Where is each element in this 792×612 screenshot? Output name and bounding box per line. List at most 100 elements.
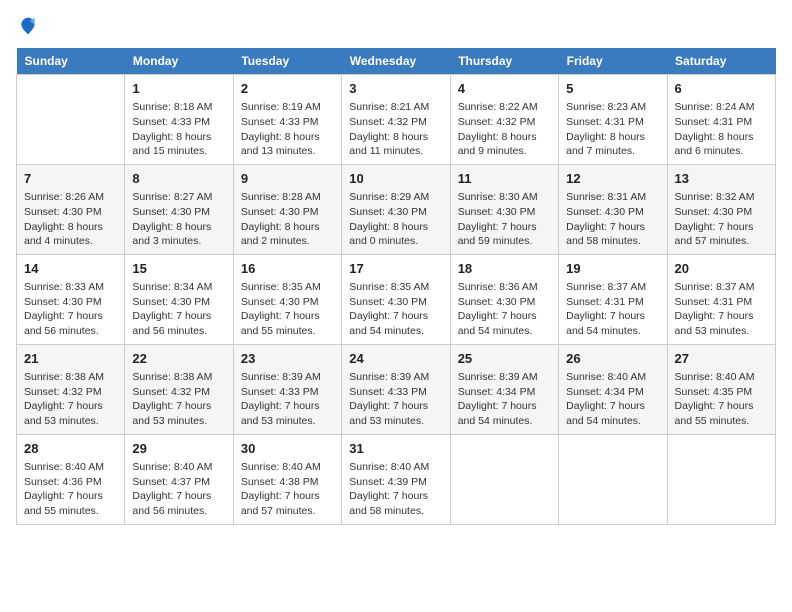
- calendar-week-row: 28Sunrise: 8:40 AMSunset: 4:36 PMDayligh…: [17, 434, 776, 524]
- sunset-text: Sunset: 4:32 PM: [458, 115, 551, 130]
- sunset-text: Sunset: 4:30 PM: [24, 205, 117, 220]
- calendar-cell: 18Sunrise: 8:36 AMSunset: 4:30 PMDayligh…: [450, 254, 558, 344]
- sunrise-text: Sunrise: 8:23 AM: [566, 100, 659, 115]
- sunset-text: Sunset: 4:30 PM: [241, 205, 334, 220]
- sunset-text: Sunset: 4:39 PM: [349, 475, 442, 490]
- sunrise-text: Sunrise: 8:40 AM: [566, 370, 659, 385]
- day-number: 1: [132, 80, 225, 98]
- weekday-header-sunday: Sunday: [17, 48, 125, 75]
- daylight-text: Daylight: 8 hours and 3 minutes.: [132, 220, 225, 249]
- day-number: 28: [24, 440, 117, 458]
- calendar-cell: 23 Sunrise: 8:39 AMSunset: 4:33 PMDayligh…: [233, 344, 341, 434]
- daylight-text: Daylight: 7 hours and 56 minutes.: [132, 309, 225, 338]
- sunset-text: Sunset: 4:33 PM: [132, 115, 225, 130]
- calendar-cell: [17, 75, 125, 165]
- calendar-cell: 8Sunrise: 8:27 AMSunset: 4:30 PMDaylight…: [125, 164, 233, 254]
- calendar-cell: 17Sunrise: 8:35 AMSunset: 4:30 PMDayligh…: [342, 254, 450, 344]
- day-number: 15: [132, 260, 225, 278]
- calendar-table: SundayMondayTuesdayWednesdayThursdayFrid…: [16, 48, 776, 525]
- sunrise-text: Sunrise: 8:40 AM: [675, 370, 768, 385]
- sunset-text: Sunset: 4:30 PM: [241, 295, 334, 310]
- calendar-cell: 9 Sunrise: 8:28 AMSunset: 4:30 PMDaylight…: [233, 164, 341, 254]
- sunset-text: Sunset: 4:35 PM: [675, 385, 768, 400]
- calendar-cell: 28Sunrise: 8:40 AMSunset: 4:36 PMDayligh…: [17, 434, 125, 524]
- calendar-cell: 3Sunrise: 8:21 AMSunset: 4:32 PMDaylight…: [342, 75, 450, 165]
- sunrise-text: Sunrise: 8:40 AM: [241, 460, 334, 475]
- sunset-text: Sunset: 4:32 PM: [24, 385, 117, 400]
- daylight-text: Daylight: 8 hours and 6 minutes.: [675, 130, 768, 159]
- sunset-text: Sunset: 4:30 PM: [566, 205, 659, 220]
- sunset-text: Sunset: 4:32 PM: [132, 385, 225, 400]
- calendar-cell: 15 Sunrise: 8:34 AMSunset: 4:30 PMDayligh…: [125, 254, 233, 344]
- daylight-text: Daylight: 7 hours and 56 minutes.: [132, 489, 225, 518]
- sunrise-text: Sunrise: 8:22 AM: [458, 100, 551, 115]
- sunrise-text: Sunrise: 8:28 AM: [241, 190, 334, 205]
- daylight-text: Daylight: 7 hours and 58 minutes.: [566, 220, 659, 249]
- daylight-text: Daylight: 8 hours and 11 minutes.: [349, 130, 442, 159]
- weekday-header-thursday: Thursday: [450, 48, 558, 75]
- calendar-cell: 24Sunrise: 8:39 AMSunset: 4:33 PMDayligh…: [342, 344, 450, 434]
- sunrise-text: Sunrise: 8:39 AM: [241, 370, 334, 385]
- calendar-week-row: 21Sunrise: 8:38 AMSunset: 4:32 PMDayligh…: [17, 344, 776, 434]
- day-number: 22: [132, 350, 225, 368]
- day-number: 23: [241, 350, 334, 368]
- day-number: 13: [675, 170, 768, 188]
- day-number: 20: [675, 260, 768, 278]
- day-number: 3: [349, 80, 442, 98]
- sunset-text: Sunset: 4:30 PM: [132, 295, 225, 310]
- daylight-text: Daylight: 7 hours and 53 minutes.: [132, 399, 225, 428]
- sunrise-text: Sunrise: 8:19 AM: [241, 100, 334, 115]
- sunrise-text: Sunrise: 8:37 AM: [566, 280, 659, 295]
- sunrise-text: Sunrise: 8:35 AM: [349, 280, 442, 295]
- sunrise-text: Sunrise: 8:40 AM: [349, 460, 442, 475]
- daylight-text: Daylight: 7 hours and 54 minutes.: [566, 399, 659, 428]
- sunrise-text: Sunrise: 8:30 AM: [458, 190, 551, 205]
- daylight-text: Daylight: 7 hours and 54 minutes.: [458, 399, 551, 428]
- calendar-cell: 26Sunrise: 8:40 AMSunset: 4:34 PMDayligh…: [559, 344, 667, 434]
- calendar-week-row: 7Sunrise: 8:26 AMSunset: 4:30 PMDaylight…: [17, 164, 776, 254]
- sunset-text: Sunset: 4:37 PM: [132, 475, 225, 490]
- sunset-text: Sunset: 4:33 PM: [241, 115, 334, 130]
- calendar-cell: 4Sunrise: 8:22 AMSunset: 4:32 PMDaylight…: [450, 75, 558, 165]
- day-number: 9: [241, 170, 334, 188]
- sunrise-text: Sunrise: 8:21 AM: [349, 100, 442, 115]
- calendar-cell: 31Sunrise: 8:40 AMSunset: 4:39 PMDayligh…: [342, 434, 450, 524]
- calendar-cell: 10Sunrise: 8:29 AMSunset: 4:30 PMDayligh…: [342, 164, 450, 254]
- calendar-cell: 21Sunrise: 8:38 AMSunset: 4:32 PMDayligh…: [17, 344, 125, 434]
- weekday-header-tuesday: Tuesday: [233, 48, 341, 75]
- daylight-text: Daylight: 8 hours and 9 minutes.: [458, 130, 551, 159]
- sunrise-text: Sunrise: 8:34 AM: [132, 280, 225, 295]
- daylight-text: Daylight: 8 hours and 15 minutes.: [132, 130, 225, 159]
- sunrise-text: Sunrise: 8:26 AM: [24, 190, 117, 205]
- daylight-text: Daylight: 7 hours and 53 minutes.: [241, 399, 334, 428]
- sunrise-text: Sunrise: 8:35 AM: [241, 280, 334, 295]
- calendar-cell: 6Sunrise: 8:24 AMSunset: 4:31 PMDaylight…: [667, 75, 775, 165]
- day-number: 7: [24, 170, 117, 188]
- sunset-text: Sunset: 4:33 PM: [241, 385, 334, 400]
- calendar-cell: 27Sunrise: 8:40 AMSunset: 4:35 PMDayligh…: [667, 344, 775, 434]
- daylight-text: Daylight: 7 hours and 55 minutes.: [24, 489, 117, 518]
- sunrise-text: Sunrise: 8:32 AM: [675, 190, 768, 205]
- sunrise-text: Sunrise: 8:24 AM: [675, 100, 768, 115]
- day-number: 17: [349, 260, 442, 278]
- sunset-text: Sunset: 4:31 PM: [566, 115, 659, 130]
- sunset-text: Sunset: 4:30 PM: [24, 295, 117, 310]
- daylight-text: Daylight: 7 hours and 59 minutes.: [458, 220, 551, 249]
- sunrise-text: Sunrise: 8:27 AM: [132, 190, 225, 205]
- daylight-text: Daylight: 7 hours and 58 minutes.: [349, 489, 442, 518]
- daylight-text: Daylight: 8 hours and 2 minutes.: [241, 220, 334, 249]
- day-number: 18: [458, 260, 551, 278]
- calendar-week-row: 1Sunrise: 8:18 AMSunset: 4:33 PMDaylight…: [17, 75, 776, 165]
- calendar-cell: [450, 434, 558, 524]
- calendar-cell: 12Sunrise: 8:31 AMSunset: 4:30 PMDayligh…: [559, 164, 667, 254]
- calendar-cell: 13Sunrise: 8:32 AMSunset: 4:30 PMDayligh…: [667, 164, 775, 254]
- daylight-text: Daylight: 8 hours and 13 minutes.: [241, 130, 334, 159]
- daylight-text: Daylight: 7 hours and 55 minutes.: [241, 309, 334, 338]
- calendar-cell: 16Sunrise: 8:35 AMSunset: 4:30 PMDayligh…: [233, 254, 341, 344]
- day-number: 30: [241, 440, 334, 458]
- daylight-text: Daylight: 8 hours and 0 minutes.: [349, 220, 442, 249]
- logo: [16, 16, 38, 36]
- calendar-cell: 19Sunrise: 8:37 AMSunset: 4:31 PMDayligh…: [559, 254, 667, 344]
- calendar-cell: 2Sunrise: 8:19 AMSunset: 4:33 PMDaylight…: [233, 75, 341, 165]
- sunset-text: Sunset: 4:31 PM: [675, 295, 768, 310]
